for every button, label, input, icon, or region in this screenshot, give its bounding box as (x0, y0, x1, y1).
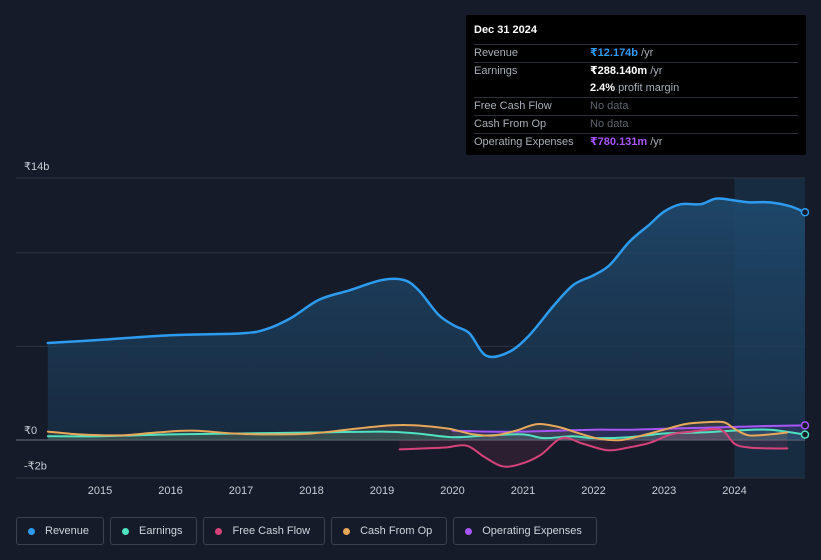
x-tick-label: 2018 (299, 485, 323, 497)
x-tick-label: 2021 (511, 485, 535, 497)
legend-item-revenue[interactable]: Revenue (16, 517, 105, 545)
x-tick-label: 2022 (581, 485, 605, 497)
tooltip-row: Operating Expenses ₹780.131m/yr (474, 133, 798, 151)
legend-label: Free Cash Flow (232, 525, 311, 537)
x-tick-label: 2016 (158, 485, 182, 497)
legend-item-operating-expenses[interactable]: Operating Expenses (453, 517, 597, 545)
legend: Revenue Earnings Free Cash Flow Cash From O… (16, 517, 597, 545)
earnings-end-marker (800, 430, 810, 439)
tooltip-row-label: Revenue (474, 47, 519, 59)
tooltip-row: 2.4% profit margin (474, 80, 798, 97)
tooltip-row-unit: /yr (650, 136, 663, 148)
tooltip-row-value: ₹780.131m (590, 136, 648, 148)
legend-dot-icon (215, 527, 223, 535)
tooltip: Dec 31 2024 Revenue ₹12.174b/yr Earnings ₹2… (466, 15, 806, 155)
x-tick-label: 2017 (229, 485, 253, 497)
y-axis-labels: ₹14b ₹0 -₹2b (24, 161, 49, 472)
tooltip-row-label: Operating Expenses (474, 136, 574, 148)
legend-label: Operating Expenses (482, 525, 582, 537)
legend-item-cash-from-op[interactable]: Cash From Op (331, 517, 448, 545)
tooltip-row-unit: /yr (641, 47, 654, 59)
tooltip-row: Revenue ₹12.174b/yr (474, 44, 798, 62)
tooltip-row-value: 2.4% (590, 82, 616, 94)
x-tick-label: 2024 (722, 485, 746, 497)
tooltip-row-unit: /yr (650, 65, 663, 77)
tooltip-row: Free Cash Flow No data (474, 97, 798, 115)
tooltip-rows: Revenue ₹12.174b/yr Earnings ₹288.140m/yr 2.… (474, 44, 798, 151)
x-tick-label: 2020 (440, 485, 464, 497)
legend-label: Cash From Op (360, 525, 433, 537)
legend-dot-icon (28, 527, 35, 535)
legend-item-earnings[interactable]: Earnings (110, 517, 198, 545)
legend-dot-icon (122, 527, 130, 535)
tooltip-row-label: Cash From Op (474, 118, 547, 130)
tooltip-date: Dec 31 2024 (474, 24, 537, 36)
tooltip-row-value: No data (590, 100, 629, 112)
tooltip-row-value: ₹12.174b (590, 47, 639, 59)
tooltip-row: Earnings ₹288.140m/yr (474, 62, 798, 80)
y-tick-label: -₹2b (24, 460, 47, 472)
tooltip-row-label (474, 80, 590, 97)
legend-label: Earnings (139, 525, 183, 537)
x-tick-label: 2023 (652, 485, 676, 497)
x-tick-label: 2019 (370, 485, 394, 497)
legend-dot-icon (465, 527, 473, 535)
legend-item-free-cash-flow[interactable]: Free Cash Flow (203, 517, 326, 545)
y-tick-label: ₹0 (24, 425, 37, 437)
x-axis-labels: 2015 2016 2017 2018 2019 2020 2021 2022 2023 2024 (88, 485, 747, 497)
tooltip-row-value: ₹288.140m (590, 65, 648, 77)
tooltip-row-unit: profit margin (618, 82, 680, 94)
y-tick-label: ₹14b (24, 161, 49, 173)
tooltip-row-label: Free Cash Flow (474, 100, 552, 112)
legend-dot-icon (343, 527, 351, 535)
tooltip-row: Cash From Op No data (474, 115, 798, 133)
revenue-end-marker (800, 207, 810, 217)
x-tick-label: 2015 (88, 485, 112, 497)
tooltip-row-value: No data (590, 118, 629, 130)
revenue-area (47, 198, 805, 440)
legend-label: Revenue (45, 525, 90, 537)
operating-expenses-end-marker (800, 421, 810, 430)
tooltip-row-label: Earnings (474, 65, 518, 77)
